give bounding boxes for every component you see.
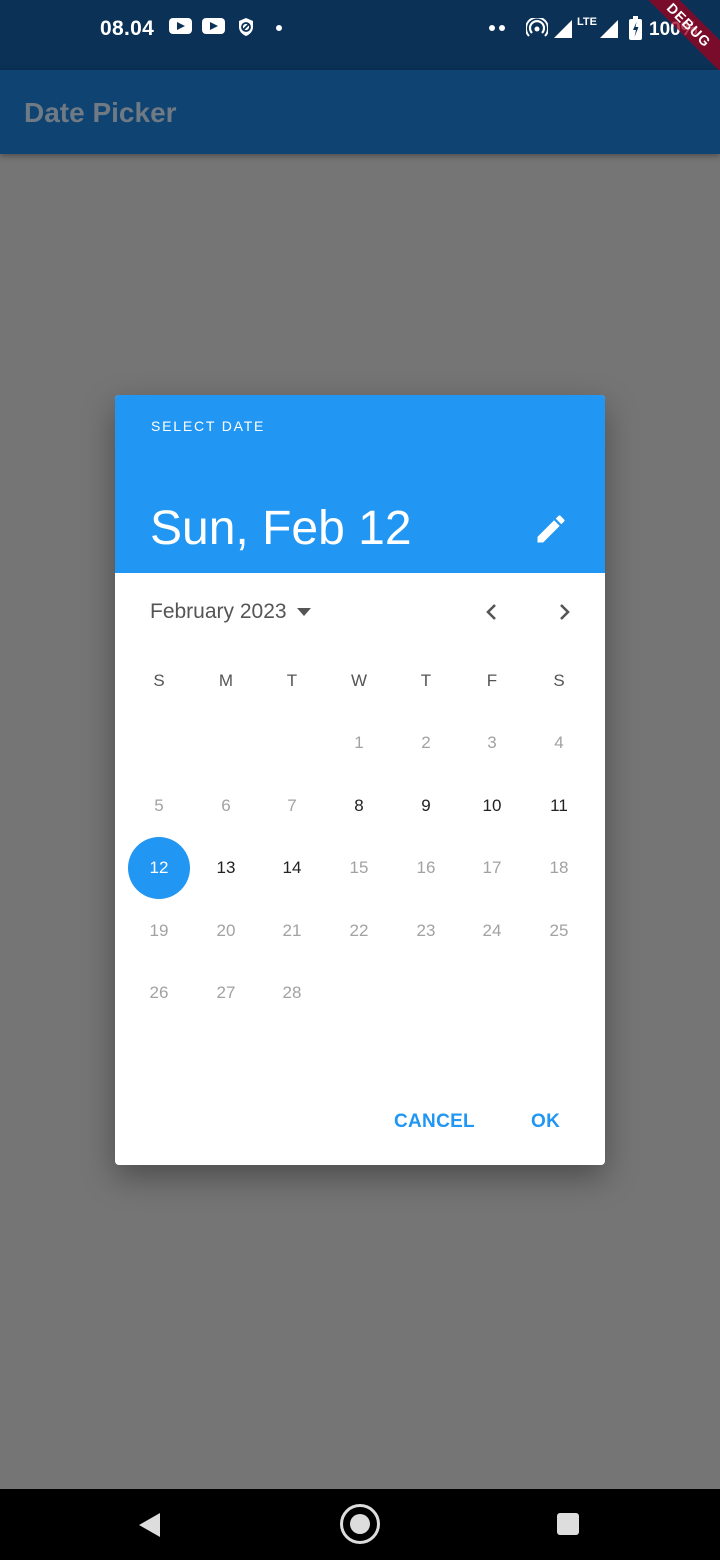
calendar-day: 17	[482, 858, 502, 877]
calendar-day: 25	[549, 921, 569, 940]
calendar-day[interactable]: 10	[461, 775, 523, 837]
calendar-day: 6	[221, 796, 231, 815]
calendar-day: 20	[216, 921, 236, 940]
home-icon[interactable]	[340, 1504, 380, 1544]
youtube-icon	[202, 18, 225, 34]
system-navigation-bar	[0, 1489, 720, 1560]
previous-month-button[interactable]	[474, 594, 510, 630]
next-month-button[interactable]	[546, 594, 582, 630]
chevron-right-icon	[560, 604, 570, 620]
calendar-day: 28	[282, 983, 302, 1002]
calendar-day[interactable]: 11	[528, 775, 590, 837]
selected-date-text: Sun, Feb 12	[150, 502, 412, 555]
calendar-day: 21	[282, 921, 302, 940]
back-icon[interactable]	[139, 1513, 160, 1537]
calendar-day: 16	[416, 858, 436, 877]
calendar-day: 3	[487, 733, 497, 752]
battery-charging-icon	[629, 16, 642, 40]
cancel-button[interactable]: CANCEL	[394, 1111, 475, 1141]
app-bar: Date Picker	[0, 70, 720, 154]
calendar-day: 5	[154, 796, 164, 815]
ok-button[interactable]: OK	[531, 1111, 560, 1141]
calendar-day: 15	[349, 858, 369, 877]
calendar-day: 23	[416, 921, 436, 940]
recent-apps-icon[interactable]	[557, 1513, 579, 1535]
weekday-label: T	[420, 671, 432, 690]
dialog-help-text: SELECT DATE	[151, 418, 266, 434]
notification-dot-icon	[276, 25, 282, 31]
calendar-day: 22	[349, 921, 369, 940]
calendar-day[interactable]: 9	[395, 775, 457, 837]
chevron-left-icon	[486, 604, 496, 620]
network-type: LTE	[577, 16, 597, 28]
date-picker-dialog: SELECT DATE Sun, Feb 12 February 2023 S M…	[115, 395, 605, 1165]
calendar-day: 27	[216, 983, 236, 1002]
calendar-day[interactable]: 14	[261, 837, 323, 899]
edit-icon[interactable]	[533, 511, 569, 547]
calendar-day[interactable]: 8	[328, 775, 390, 837]
signal-icon	[600, 20, 618, 38]
vpn-shield-icon	[239, 18, 253, 36]
weekday-label: S	[153, 671, 165, 690]
calendar-day: 7	[287, 796, 297, 815]
status-bar: 08.04 LTE 100% DEBUG	[0, 0, 720, 79]
weekday-label: F	[486, 671, 498, 690]
weekday-label: W	[350, 671, 368, 690]
weekday-label: T	[286, 671, 298, 690]
calendar-day: 1	[354, 733, 364, 752]
calendar-day: 24	[482, 921, 502, 940]
weekday-label: S	[553, 671, 565, 690]
status-time: 08.04	[100, 17, 155, 40]
calendar-day[interactable]: 13	[195, 837, 257, 899]
signal-icon	[554, 20, 572, 38]
month-year-label[interactable]: February 2023	[150, 600, 287, 624]
app-title: Date Picker	[24, 97, 177, 128]
calendar-day: 26	[149, 983, 169, 1002]
weekday-label: M	[218, 671, 234, 690]
youtube-icon	[169, 18, 192, 34]
more-dot-icon	[499, 25, 505, 31]
calendar-day: 4	[554, 733, 564, 752]
hotspot-icon	[526, 18, 548, 37]
calendar-day-selected[interactable]: 12	[128, 837, 190, 899]
more-dot-icon	[489, 25, 495, 31]
calendar-day: 19	[149, 921, 169, 940]
calendar-day: 2	[421, 733, 431, 752]
calendar-day: 18	[549, 858, 569, 877]
dialog-header: SELECT DATE Sun, Feb 12	[115, 395, 605, 573]
dropdown-arrow-icon[interactable]	[296, 607, 312, 617]
